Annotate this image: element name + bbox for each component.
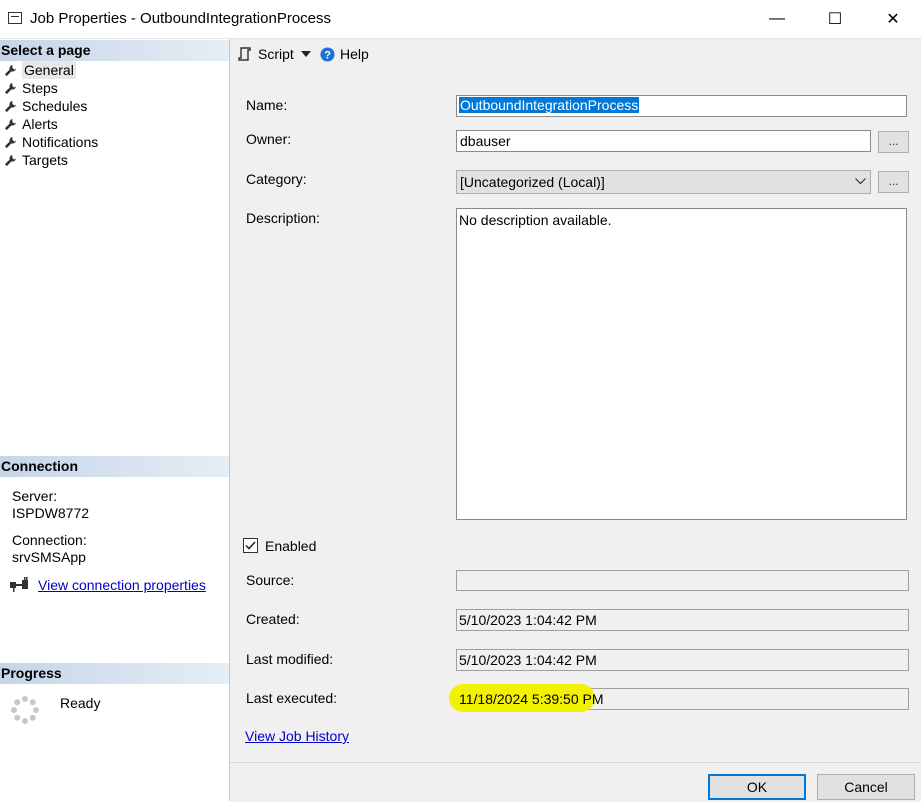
page-item-label: General xyxy=(22,61,76,79)
wrench-icon xyxy=(4,64,17,76)
name-value-selected: OutboundIntegrationProcess xyxy=(459,97,640,113)
window-title: Job Properties - OutboundIntegrationProc… xyxy=(30,10,332,27)
owner-label: Owner: xyxy=(246,131,292,147)
page-item-notifications[interactable]: Notifications xyxy=(4,133,98,151)
connection-value: srvSMSApp xyxy=(12,549,86,565)
svg-text:?: ? xyxy=(324,49,331,61)
minimize-button[interactable]: — xyxy=(748,0,806,38)
name-input[interactable]: OutboundIntegrationProcess xyxy=(456,95,907,117)
wrench-icon xyxy=(4,118,17,130)
wrench-icon xyxy=(4,100,17,112)
name-label: Name: xyxy=(246,97,288,113)
wrench-icon xyxy=(4,154,17,166)
script-button[interactable]: Script xyxy=(238,46,294,62)
owner-input[interactable]: dbauser xyxy=(456,130,871,152)
wrench-icon xyxy=(4,82,17,94)
page-item-steps[interactable]: Steps xyxy=(4,79,58,97)
created-field: 5/10/2023 1:04:42 PM xyxy=(456,609,909,631)
enabled-checkbox[interactable] xyxy=(243,538,258,553)
description-textarea[interactable]: No description available. xyxy=(456,208,907,520)
server-label: Server: xyxy=(12,488,58,504)
connection-header: Connection xyxy=(0,456,229,477)
select-page-header: Select a page xyxy=(0,40,229,61)
script-dropdown-chevron-icon[interactable] xyxy=(301,51,311,58)
last-executed-value: 11/18/2024 5:39:50 PM xyxy=(459,691,604,707)
view-job-history-link[interactable]: View Job History xyxy=(245,728,349,744)
page-item-label: Steps xyxy=(22,80,58,96)
last-modified-field: 5/10/2023 1:04:42 PM xyxy=(456,649,909,671)
description-label: Description: xyxy=(246,210,320,226)
cancel-button[interactable]: Cancel xyxy=(817,774,915,800)
connection-plug-icon xyxy=(10,577,28,592)
script-label: Script xyxy=(258,46,294,62)
page-item-label: Alerts xyxy=(22,116,58,132)
category-select[interactable]: [Uncategorized (Local)] xyxy=(456,170,871,194)
chevron-down-icon xyxy=(855,178,866,185)
page-item-label: Targets xyxy=(22,152,68,168)
source-field xyxy=(456,570,909,591)
progress-header: Progress xyxy=(0,663,229,684)
page-item-alerts[interactable]: Alerts xyxy=(4,115,58,133)
checkmark-icon xyxy=(245,541,256,550)
close-button[interactable]: ✕ xyxy=(864,0,921,38)
enabled-label: Enabled xyxy=(265,538,317,554)
progress-status: Ready xyxy=(60,695,101,711)
window-icon xyxy=(8,12,22,24)
source-label: Source: xyxy=(246,572,295,588)
ok-button[interactable]: OK xyxy=(708,774,806,800)
last-modified-label: Last modified: xyxy=(246,651,334,667)
page-item-label: Notifications xyxy=(22,134,99,150)
script-icon xyxy=(238,47,251,61)
page-item-label: Schedules xyxy=(22,98,88,114)
created-label: Created: xyxy=(246,611,300,627)
page-item-targets[interactable]: Targets xyxy=(4,151,68,169)
progress-spinner-icon xyxy=(11,696,39,724)
help-label: Help xyxy=(340,46,369,62)
help-icon: ? xyxy=(320,46,335,61)
owner-browse-button[interactable]: ... xyxy=(878,131,909,153)
category-browse-button[interactable]: ... xyxy=(878,171,909,193)
category-value: [Uncategorized (Local)] xyxy=(460,174,605,190)
connection-label: Connection: xyxy=(12,532,87,548)
maximize-button[interactable]: ☐ xyxy=(806,0,864,38)
category-label: Category: xyxy=(246,171,307,187)
wrench-icon xyxy=(4,136,17,148)
server-value: ISPDW8772 xyxy=(12,505,90,521)
help-button[interactable]: ? Help xyxy=(320,46,369,62)
view-connection-properties-link[interactable]: View connection properties xyxy=(38,577,206,593)
page-item-schedules[interactable]: Schedules xyxy=(4,97,87,115)
page-item-general[interactable]: General xyxy=(4,61,76,79)
last-executed-label: Last executed: xyxy=(246,690,338,706)
